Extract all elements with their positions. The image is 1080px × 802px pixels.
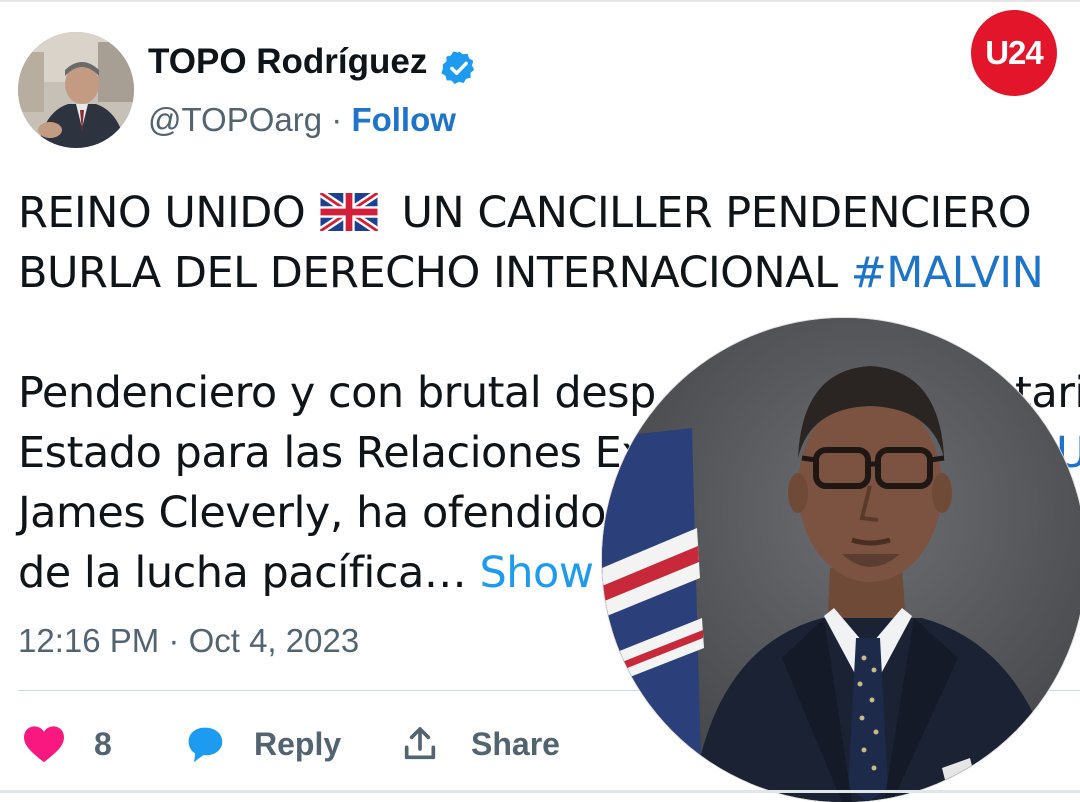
tweet-text-segment: BURLA DEL DERECHO INTERNACIONAL [18,248,851,298]
u24-logo: U24 [971,10,1057,96]
tweet-text-line-2: BURLA DEL DERECHO INTERNACIONAL #MALVIN [18,248,1044,298]
tweet-text-line-4: Estado para las Relaciones Ex [18,428,647,478]
author-handle-row: @TOPOarg · Follow [148,101,456,139]
like-count: 8 [94,725,112,762]
top-border [0,0,1080,2]
reply-button[interactable]: Reply [182,722,341,766]
hashtag-link[interactable]: #MALVIN [851,248,1044,298]
author-photo [18,32,134,148]
author-avatar[interactable] [18,32,134,148]
heart-icon [24,726,64,763]
author-name[interactable]: TOPO Rodríguez [148,42,427,82]
share-label: Share [471,725,560,762]
portrait-illustration [602,318,1080,802]
share-button[interactable]: Share [400,722,560,766]
author-handle[interactable]: @TOPOarg [148,101,322,138]
tweet-text-segment: de la lucha pacífica… [18,548,480,598]
verified-badge-icon [441,51,475,84]
reply-label: Reply [254,725,342,762]
tweet-text-segment: REINO UNIDO [18,188,306,238]
tweet-text-line-3: Pendenciero y con brutal desp [18,368,656,418]
speech-bubble-icon [188,727,223,763]
tweet-text-line-5: James Cleverly, ha ofendido [18,488,606,538]
tweet-text-line-1: REINO UNIDO UN CANCILLER PENDENCIERO [18,188,1032,238]
uk-flag-icon [320,193,379,231]
share-upload-icon [404,727,436,760]
show-more-link[interactable]: Show [479,548,594,598]
separator-dot: · [331,101,343,138]
like-button[interactable]: 8 [22,722,112,766]
tweet-text-segment: UN CANCILLER PENDENCIERO [401,188,1032,238]
follow-button[interactable]: Follow [351,101,455,138]
tweet-text-line-6: de la lucha pacífica… Show [18,548,594,598]
portrait-photo [602,318,1080,802]
tweet-timestamp[interactable]: 12:16 PM · Oct 4, 2023 [18,622,359,660]
